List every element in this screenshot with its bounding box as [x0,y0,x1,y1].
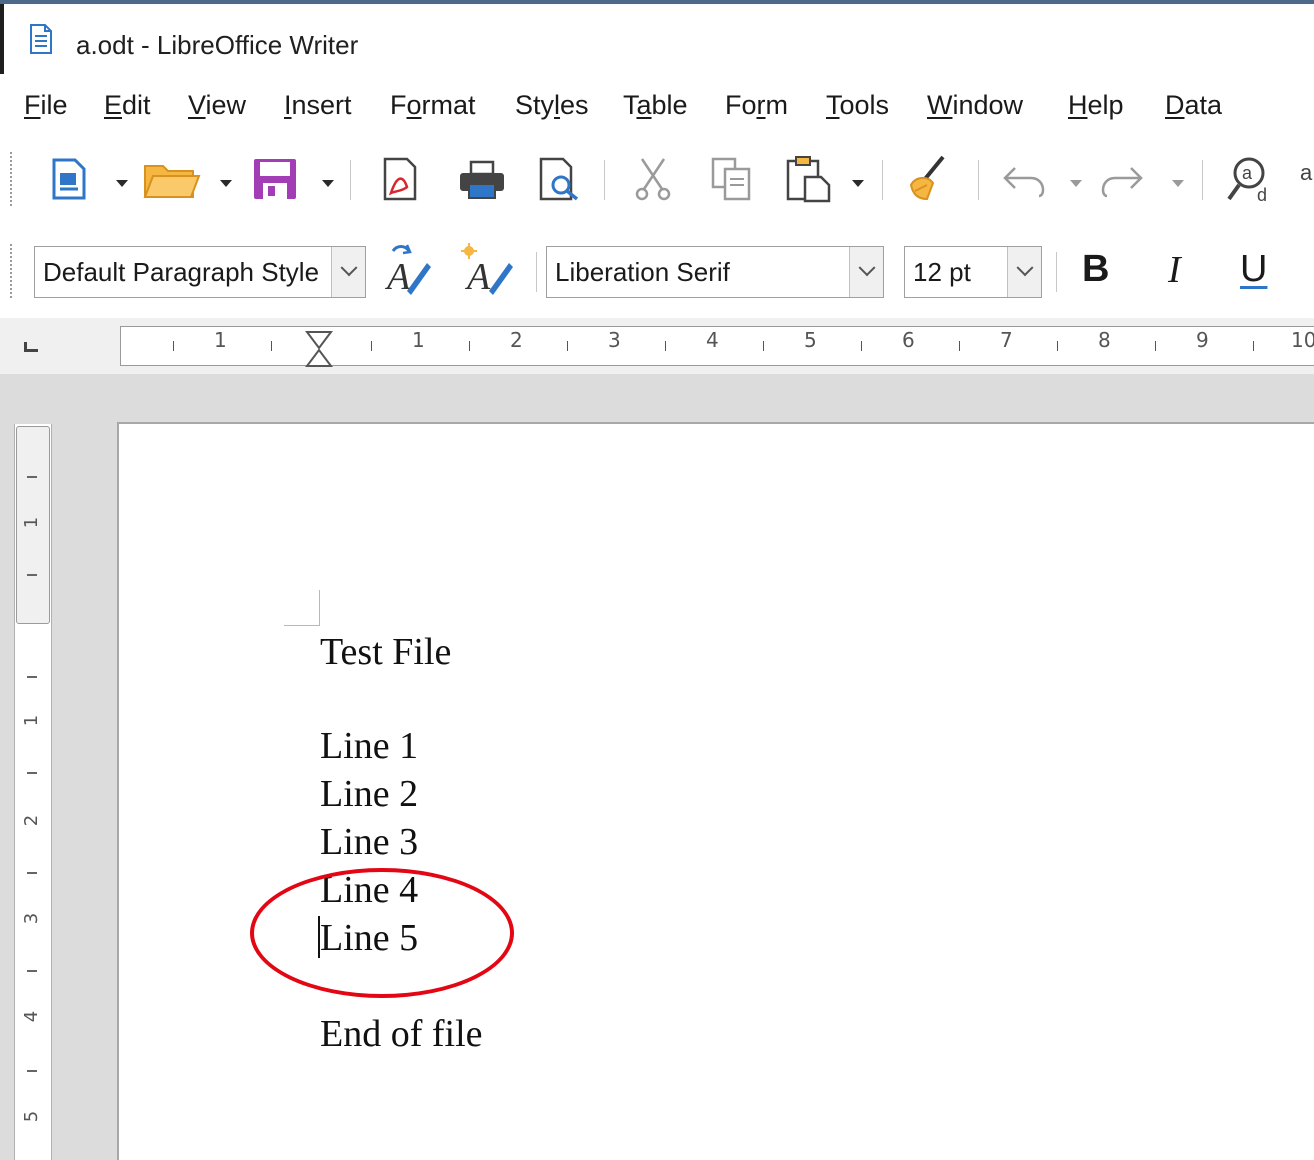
doc-line-2[interactable]: Line 2 [320,772,418,816]
clone-formatting-icon[interactable] [904,154,952,204]
window-title: a.odt - LibreOffice Writer [76,30,359,60]
find-replace-icon[interactable]: a d [1224,154,1280,206]
export-pdf-icon[interactable] [378,156,422,202]
doc-line-1[interactable]: Line 1 [320,724,418,768]
open-folder-icon[interactable] [143,158,201,202]
font-name-combo[interactable]: Liberation Serif [546,246,884,298]
print-preview-icon[interactable] [536,156,582,202]
menu-form[interactable]: Form [725,90,788,121]
doc-title-line[interactable]: Test File [320,630,451,674]
toolbar-grip[interactable] [10,244,14,298]
print-icon[interactable] [456,158,508,202]
bold-button[interactable]: B [1082,248,1109,291]
toolbar-separator [882,160,883,200]
menu-window[interactable]: Window [927,90,1023,121]
menu-styles[interactable]: Styles [515,90,589,121]
red-circle-annotation [250,868,514,998]
chevron-down-icon[interactable] [1007,247,1041,297]
toolbar-overflow-edge: a [1300,160,1313,184]
paragraph-style-combo[interactable]: Default Paragraph Style [34,246,366,298]
doc-end-line[interactable]: End of file [320,1012,483,1056]
copy-icon[interactable] [708,156,754,202]
chevron-down-icon[interactable] [331,247,365,297]
paste-dropdown-arrow[interactable] [852,180,864,187]
text-boundary-corner [284,590,320,626]
undo-icon[interactable] [1000,160,1048,200]
menu-tools[interactable]: Tools [826,90,889,121]
tab-stop-selector[interactable] [24,342,38,352]
menu-help[interactable]: Help [1068,90,1124,121]
paragraph-style-value: Default Paragraph Style [43,256,320,287]
title-bar: a.odt - LibreOffice Writer [4,4,1314,74]
svg-text:A: A [464,256,491,298]
italic-button[interactable]: I [1168,248,1181,292]
menu-data[interactable]: Data [1165,90,1222,121]
new-document-icon[interactable] [48,156,90,202]
paste-icon[interactable] [784,154,834,204]
svg-text:A: A [384,256,411,298]
underline-button[interactable]: U [1240,248,1267,291]
toolbar-separator [978,160,979,200]
horizontal-ruler[interactable]: 1 1 2 3 4 5 6 7 8 9 10 [120,326,1314,366]
menu-insert[interactable]: Insert [284,90,352,121]
svg-text:a: a [1242,163,1253,183]
save-icon[interactable] [250,156,300,202]
redo-icon[interactable] [1098,160,1146,200]
menu-file[interactable]: File [24,90,68,121]
menu-view[interactable]: View [188,90,246,121]
new-style-icon[interactable]: A [456,242,518,300]
toolbar-separator [1056,252,1057,292]
new-dropdown-arrow[interactable] [116,180,128,187]
doc-line-3[interactable]: Line 3 [320,820,418,864]
font-size-value: 12 pt [913,256,971,287]
redo-dropdown-arrow[interactable] [1172,180,1184,187]
svg-text:d: d [1257,185,1267,205]
undo-dropdown-arrow[interactable] [1070,180,1082,187]
font-size-combo[interactable]: 12 pt [904,246,1042,298]
writer-document-icon [30,24,52,54]
menu-bar: File Edit View Insert Format Styles Tabl… [0,74,1314,138]
menu-edit[interactable]: Edit [104,90,151,121]
menu-table[interactable]: Table [623,90,688,121]
menu-format[interactable]: Format [390,90,476,121]
toolbar-separator [1202,160,1203,200]
toolbar-separator [350,160,351,200]
toolbar-separator [536,252,537,292]
update-style-icon[interactable]: A [382,242,434,300]
save-dropdown-arrow[interactable] [322,180,334,187]
open-dropdown-arrow[interactable] [220,180,232,187]
toolbar-separator [604,160,605,200]
font-name-value: Liberation Serif [555,256,730,287]
cut-icon[interactable] [630,156,676,202]
document-page[interactable] [117,422,1314,1160]
toolbar-grip[interactable] [10,152,14,206]
chevron-down-icon[interactable] [849,247,883,297]
indent-marker[interactable] [304,330,334,368]
